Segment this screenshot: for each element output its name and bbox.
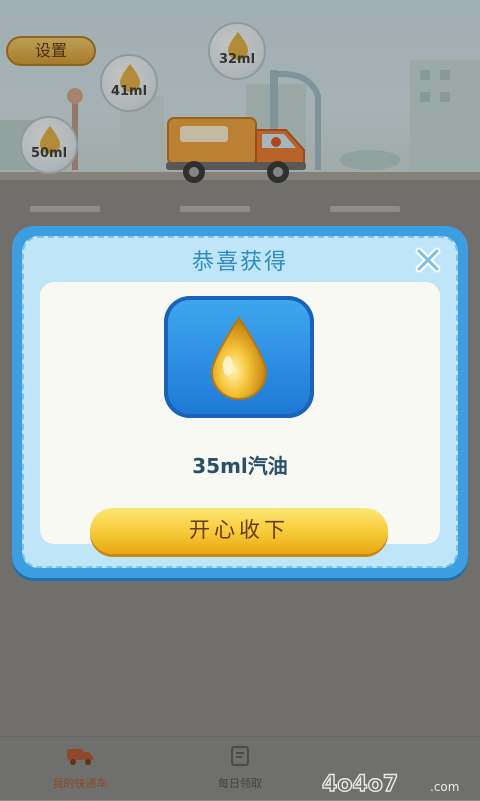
reward-icon-tile [164, 296, 314, 418]
reward-amount: 35ml汽油 [192, 454, 288, 478]
watermark-logo: 4o4o7 .com [321, 771, 459, 796]
oil-drop-icon [210, 316, 268, 400]
accept-reward-button[interactable]: 开心收下 [90, 508, 388, 554]
svg-text:4o4o7: 4o4o7 [322, 772, 398, 796]
dialog-title: 恭喜获得 [191, 250, 288, 275]
close-icon[interactable] [412, 244, 444, 276]
svg-text:.com: .com [430, 780, 459, 794]
reward-panel: 35ml汽油 [40, 282, 440, 544]
